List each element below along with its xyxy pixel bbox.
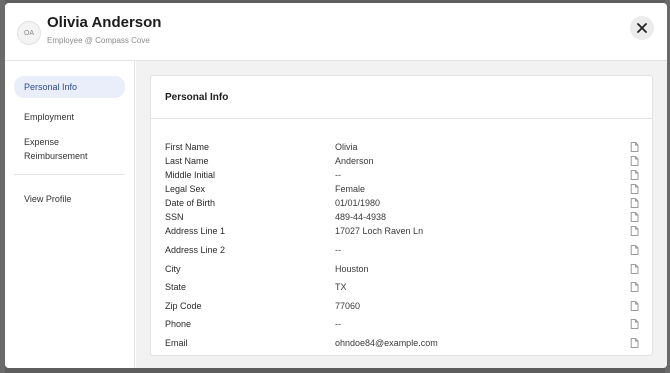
sidebar-item-expense-reimbursement[interactable]: Expense Reimbursement <box>14 131 106 167</box>
field-value: 01/01/1980 <box>335 198 381 208</box>
sidebar-item-employment[interactable]: Employment <box>14 106 125 128</box>
field-label: Email <box>165 338 188 348</box>
sidebar-item-label: Expense Reimbursement <box>24 137 88 161</box>
copy-icon[interactable] <box>630 226 639 236</box>
field-row: SSN 489-44-4938 <box>151 210 652 224</box>
copy-icon[interactable] <box>630 282 639 292</box>
field-row: Last Name Anderson <box>151 154 652 168</box>
field-value: 77060 <box>335 301 361 311</box>
field-row: Address Line 1 17027 Loch Raven Ln <box>151 224 652 238</box>
sidebar-divider <box>14 174 125 175</box>
sidebar-item-label: Employment <box>24 112 75 122</box>
copy-icon[interactable] <box>630 156 639 166</box>
field-row: Phone -- <box>151 317 652 331</box>
field-label: Address Line 2 <box>165 245 226 255</box>
field-label: Address Line 1 <box>165 226 226 236</box>
field-row: Zip Code 77060 <box>151 299 652 313</box>
content-area: Personal Info First Name Olivia Last Nam… <box>136 61 667 368</box>
field-value: ohndoe84@example.com <box>335 338 438 348</box>
field-value: -- <box>335 170 341 180</box>
copy-icon[interactable] <box>630 264 639 274</box>
field-row: Address Line 2 -- <box>151 243 652 257</box>
field-row: Email ohndoe84@example.com <box>151 336 652 350</box>
field-label: City <box>165 264 181 274</box>
sidebar-item-personal-info[interactable]: Personal Info <box>14 76 125 98</box>
field-value: 17027 Loch Raven Ln <box>335 226 424 236</box>
field-value: Female <box>335 184 366 194</box>
field-row: City Houston <box>151 262 652 276</box>
card-title: Personal Info <box>165 92 229 103</box>
close-button[interactable] <box>630 16 654 40</box>
copy-icon[interactable] <box>630 198 639 208</box>
employee-name: Olivia Anderson <box>47 14 162 31</box>
sidebar-item-view-profile[interactable]: View Profile <box>14 188 125 210</box>
field-row: Middle Initial -- <box>151 168 652 182</box>
field-row: Legal Sex Female <box>151 182 652 196</box>
field-value: -- <box>335 245 341 255</box>
copy-icon[interactable] <box>630 301 639 311</box>
field-value: -- <box>335 319 341 329</box>
field-label: Last Name <box>165 156 209 166</box>
field-value: Olivia <box>335 142 358 152</box>
field-label: Middle Initial <box>165 170 216 180</box>
field-value: 489-44-4938 <box>335 212 387 222</box>
copy-icon[interactable] <box>630 170 639 180</box>
field-label: First Name <box>165 142 210 152</box>
employee-subtitle: Employee @ Compass Cove <box>47 36 150 45</box>
copy-icon[interactable] <box>630 245 639 255</box>
card-divider <box>151 118 652 119</box>
field-label: State <box>165 282 187 292</box>
field-row: State TX <box>151 280 652 294</box>
field-label: Legal Sex <box>165 184 206 194</box>
copy-icon[interactable] <box>630 338 639 348</box>
avatar: OA <box>17 21 41 45</box>
copy-icon[interactable] <box>630 319 639 329</box>
field-row: Date of Birth 01/01/1980 <box>151 196 652 210</box>
copy-icon[interactable] <box>630 212 639 222</box>
field-label: Phone <box>165 319 192 329</box>
sidebar-item-label: View Profile <box>24 194 72 204</box>
personal-info-card: Personal Info First Name Olivia Last Nam… <box>150 75 653 356</box>
copy-icon[interactable] <box>630 142 639 152</box>
close-icon <box>637 23 647 33</box>
field-label: Zip Code <box>165 301 202 311</box>
field-label: Date of Birth <box>165 198 216 208</box>
field-value: Houston <box>335 264 369 274</box>
field-value: TX <box>335 282 347 292</box>
copy-icon[interactable] <box>630 184 639 194</box>
field-value: Anderson <box>335 156 374 166</box>
modal-header: OA Olivia Anderson Employee @ Compass Co… <box>5 3 667 61</box>
sidebar: Personal Info Employment Expense Reimbur… <box>5 61 135 368</box>
employee-modal: OA Olivia Anderson Employee @ Compass Co… <box>5 3 667 368</box>
field-label: SSN <box>165 212 184 222</box>
sidebar-item-label: Personal Info <box>24 82 78 92</box>
field-row: First Name Olivia <box>151 140 652 154</box>
